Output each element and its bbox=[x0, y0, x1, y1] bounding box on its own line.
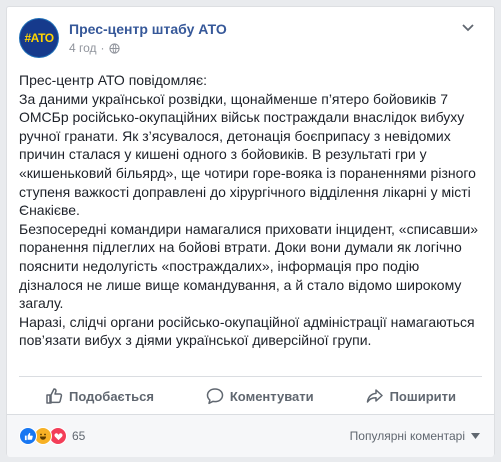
like-label: Подобається bbox=[68, 388, 154, 404]
avatar[interactable]: #АТО bbox=[19, 18, 59, 58]
post-meta: 4 год · bbox=[69, 41, 120, 55]
share-icon bbox=[366, 389, 383, 403]
post-paragraph: Наразі, слідчі органи російсько-окупацій… bbox=[19, 313, 475, 349]
post-actions-bar: Подобається Коментувати Поширити bbox=[19, 376, 482, 415]
post-paragraph: За даними української розвідки, щонаймен… bbox=[19, 90, 476, 219]
like-button[interactable]: Подобається bbox=[45, 387, 154, 405]
comment-button[interactable]: Коментувати bbox=[206, 387, 314, 405]
share-label: Поширити bbox=[389, 388, 456, 404]
thumbs-up-icon bbox=[46, 388, 63, 404]
post-text: Прес-центр АТО повідомляє: За даними укр… bbox=[19, 71, 479, 350]
post-header: #АТО Прес-центр штабу АТО 4 год · bbox=[19, 18, 482, 68]
page-name-link[interactable]: Прес-центр штабу АТО bbox=[69, 21, 227, 37]
comments-filter-dropdown[interactable]: Популярні коментарі bbox=[350, 429, 480, 443]
like-reaction-icon bbox=[19, 427, 37, 445]
reactions-footer: 65 Популярні коментарі bbox=[7, 414, 494, 457]
caret-down-icon bbox=[471, 433, 480, 439]
globe-icon bbox=[108, 42, 120, 54]
share-button[interactable]: Поширити bbox=[366, 387, 456, 405]
avatar-logo: #АТО bbox=[20, 19, 58, 57]
post-options-chevron-icon[interactable] bbox=[460, 20, 476, 36]
post-paragraph: Прес-центр АТО повідомляє: bbox=[19, 72, 207, 88]
post-paragraph: Безпосередні командири намагалися прихов… bbox=[19, 220, 479, 312]
comment-label: Коментувати bbox=[229, 388, 314, 404]
reaction-count: 65 bbox=[72, 429, 86, 443]
post-card: #АТО Прес-центр штабу АТО 4 год · Прес-ц… bbox=[6, 6, 495, 457]
comment-icon bbox=[206, 388, 224, 405]
post-time[interactable]: 4 год bbox=[69, 41, 97, 55]
reactions-summary[interactable]: 65 bbox=[19, 427, 85, 445]
comments-filter-label: Популярні коментарі bbox=[349, 429, 465, 443]
